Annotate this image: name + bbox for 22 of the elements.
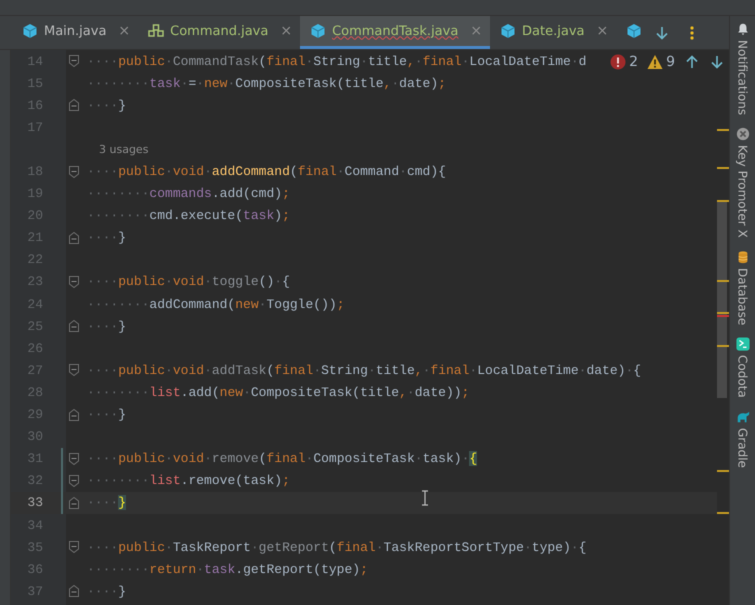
code-line: ····} xyxy=(87,584,126,599)
code-line: ····} xyxy=(87,98,126,113)
code-line: ····public·void·toggle()·{ xyxy=(87,274,290,290)
code-line: ····public·TaskReport·getReport(final·TaskReportSortType·type)·{ xyxy=(87,540,586,555)
code-line: ····} xyxy=(87,318,126,334)
code-line: ····public·void·addTask(final·String·title,·final·LocalDateTime·date)·{ xyxy=(87,362,642,378)
code-line: ····} xyxy=(87,230,126,246)
code-line: ········cmd.execute(task); xyxy=(87,208,290,224)
warning-count: 9 xyxy=(666,54,675,70)
code-line: ········commands.add(cmd); xyxy=(87,186,290,202)
code-line: ········task·=·new·CompositeTask(title,·date); xyxy=(87,76,446,91)
code-line: ····public·void·remove(final·CompositeTask·task)·{ xyxy=(87,451,478,466)
code-line: ········list.add(new·CompositeTask(title,·date)); xyxy=(87,384,470,400)
code-line: ····} xyxy=(87,495,126,510)
code-line: ········list.remove(task); xyxy=(87,473,290,488)
line-number: 33 xyxy=(26,495,43,510)
code-line: ········addCommand(new·Toggle()); xyxy=(87,296,344,312)
code-line: ····} xyxy=(87,407,126,422)
code-line: ····public·void·addCommand(final·Command·cmd){ xyxy=(87,164,446,180)
code-line: ····public·CommandTask(final·String·title,·final·LocalDateTime·d xyxy=(87,54,586,69)
code-line: ········return·task.getReport(type); xyxy=(87,562,368,577)
error-count: 2 xyxy=(629,54,638,70)
